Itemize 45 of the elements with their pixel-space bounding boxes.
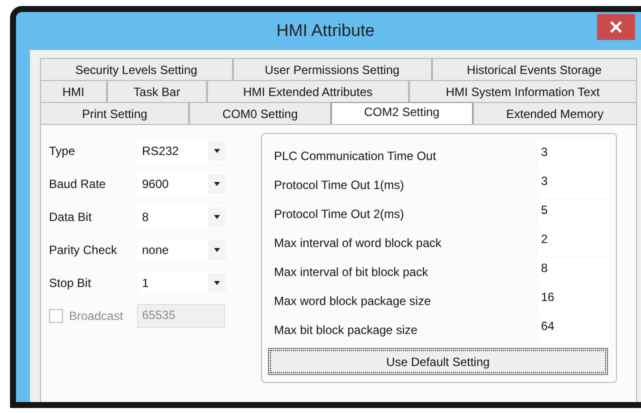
field-label: Max interval of word block pack <box>274 236 442 250</box>
dropdown[interactable]: RS232 <box>138 140 226 162</box>
window-title: HMI Attribute <box>276 21 375 41</box>
dropdown[interactable]: none <box>138 239 226 261</box>
field-label: Max word block package size <box>274 294 431 308</box>
tab[interactable]: Security Levels Setting <box>40 58 233 80</box>
tab[interactable]: Task Bar <box>106 80 208 102</box>
dropdown-value: 9600 <box>142 177 169 191</box>
field-label: Stop Bit <box>49 276 92 290</box>
input-field[interactable]: 3 <box>538 142 608 169</box>
input-field[interactable]: 3 <box>538 171 608 198</box>
input-field[interactable]: 8 <box>538 258 608 285</box>
field-label: Protocol Time Out 1(ms) <box>274 178 404 192</box>
tab[interactable]: Historical Events Storage <box>432 58 637 80</box>
tab[interactable]: User Permissions Setting <box>232 58 432 80</box>
tab[interactable]: COM0 Setting <box>189 102 331 124</box>
dropdown[interactable]: 8 <box>138 206 226 228</box>
field-label: Protocol Time Out 2(ms) <box>274 206 404 220</box>
close-button[interactable] <box>597 14 635 40</box>
tab[interactable]: HMI Extended Attributes <box>207 80 409 102</box>
input-field[interactable]: 64 <box>538 316 608 343</box>
close-icon <box>610 21 622 33</box>
field-label: PLC Communication Time Out <box>274 148 436 162</box>
checkbox-label: Broadcast <box>69 309 124 323</box>
dropdown-value: 8 <box>142 210 149 224</box>
field-label: Parity Check <box>49 243 118 257</box>
dropdown-value: RS232 <box>142 144 179 158</box>
tab[interactable]: COM2 Setting <box>330 102 473 124</box>
dropdown[interactable]: 1 <box>138 272 226 294</box>
tab[interactable]: Print Setting <box>40 102 190 124</box>
dropdown-value: none <box>142 243 169 257</box>
field-label: Max bit block package size <box>274 322 418 336</box>
input-field[interactable]: 5 <box>538 200 608 227</box>
default-setting-button[interactable]: Use Default Setting <box>268 348 608 375</box>
field-label: Max interval of bit block pack <box>274 264 428 278</box>
field-label: Baud Rate <box>49 177 107 191</box>
input-field[interactable]: 2 <box>538 229 608 256</box>
field-label: Type <box>49 144 76 158</box>
input-field[interactable]: 16 <box>538 287 608 314</box>
dropdown-value: 1 <box>142 276 149 290</box>
tab[interactable]: HMI <box>40 80 107 102</box>
dropdown[interactable]: 9600 <box>138 173 226 195</box>
tab[interactable]: HMI System Information Text <box>408 80 637 102</box>
tab[interactable]: Extended Memory <box>472 102 637 124</box>
field-label: Data Bit <box>49 210 93 224</box>
